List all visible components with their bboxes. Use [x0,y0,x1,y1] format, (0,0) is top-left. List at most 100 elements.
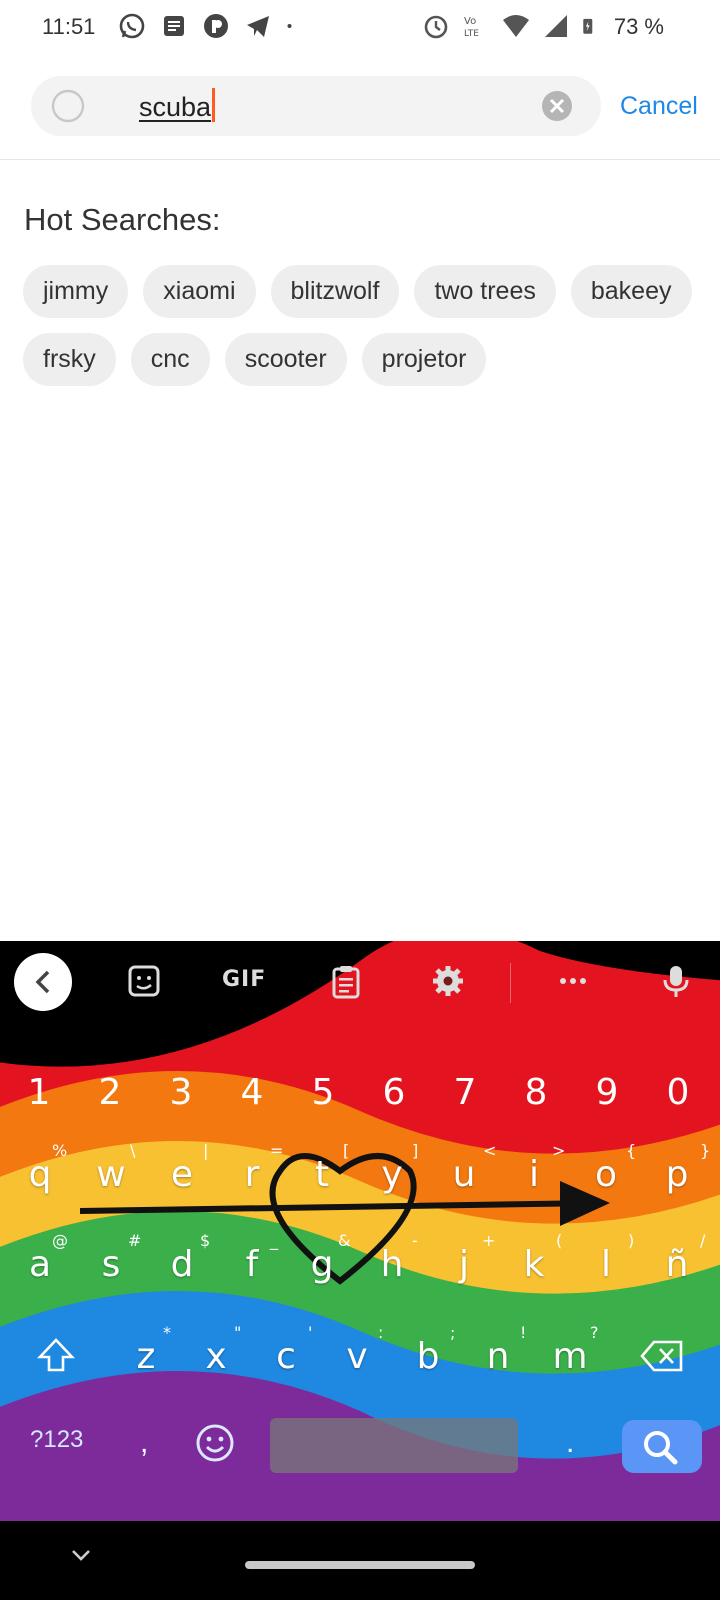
status-bar: 11:51 Vo LTE 73 % [0,0,720,56]
key-a[interactable]: a [12,1244,68,1285]
system-icons: Vo LTE [422,12,600,40]
gif-button[interactable]: GIF [222,967,266,992]
hot-searches-title: Hot Searches: [24,202,221,237]
wifi-icon [503,15,529,37]
key-1[interactable]: 1 [14,1072,64,1113]
key-3[interactable]: 3 [156,1072,206,1113]
key-n[interactable]: n [470,1336,526,1377]
spacebar[interactable] [270,1418,518,1473]
key-s[interactable]: s [83,1244,139,1285]
key-hint: @ [52,1231,68,1250]
navigation-bar [0,1521,720,1600]
key-hint: - [412,1231,418,1250]
toolbar-back-button[interactable] [14,953,72,1011]
clear-icon[interactable] [541,90,573,122]
home-gesture-bar[interactable] [245,1561,475,1569]
key-z[interactable]: z [118,1336,174,1377]
chevron-down-icon[interactable] [66,1543,96,1567]
svg-text:LTE: LTE [464,29,479,39]
dot-icon [287,24,292,28]
key-x[interactable]: x [188,1336,244,1377]
signal-icon [545,15,567,37]
search-field[interactable]: scuba [31,76,601,136]
key-c[interactable]: c [258,1336,314,1377]
hot-search-chip[interactable]: cnc [130,333,210,386]
key-7[interactable]: 7 [440,1072,490,1113]
notification-icons [118,12,300,40]
key-hint: " [234,1323,242,1342]
hot-search-chip[interactable]: xiaomi [143,265,256,318]
key-5[interactable]: 5 [298,1072,348,1113]
period-key[interactable]: . [566,1426,574,1460]
key-v[interactable]: v [329,1336,385,1377]
gear-icon[interactable] [430,963,466,999]
key-hint: < [483,1141,497,1160]
key-9[interactable]: 9 [582,1072,632,1113]
key-k[interactable]: k [506,1244,562,1285]
search-header: scuba Cancel [0,56,720,160]
key-y[interactable]: y [364,1154,420,1195]
hot-search-chip[interactable]: scooter [224,333,347,386]
toolbar-divider [510,963,511,1003]
hot-search-chip[interactable]: bakeey [570,265,692,318]
hot-search-chip[interactable]: projetor [361,333,487,386]
key-f[interactable]: f [224,1244,280,1285]
clipboard-icon[interactable] [328,963,364,999]
hot-search-chip[interactable]: frsky [23,333,116,386]
hot-search-chip[interactable]: blitzwolf [270,265,400,318]
comma-key[interactable]: , [140,1426,148,1460]
key-p[interactable]: p [649,1154,705,1195]
key-u[interactable]: u [436,1154,492,1195]
key-h[interactable]: h [364,1244,420,1285]
key-d[interactable]: d [154,1244,210,1285]
backspace-icon[interactable] [640,1339,684,1373]
key-q[interactable]: q [12,1154,68,1195]
key-hint: { [626,1141,637,1160]
key-g[interactable]: g [294,1244,350,1285]
key-hint: = [270,1141,284,1160]
key-n-tilde[interactable]: ñ [649,1244,705,1285]
shift-icon[interactable] [36,1335,76,1375]
key-hint: + [482,1231,496,1250]
key-m[interactable]: m [542,1336,598,1377]
hot-search-chip[interactable]: jimmy [23,265,129,318]
status-time: 11:51 [42,14,96,39]
sticker-icon[interactable] [126,963,162,999]
key-t[interactable]: t [294,1154,350,1195]
hot-searches-list: jimmy xiaomi blitzwolf two trees bakeey … [23,265,720,401]
key-w[interactable]: w [83,1154,139,1195]
app-icon [204,14,228,38]
cancel-button[interactable]: Cancel [620,92,698,121]
chip-row: frsky cnc scooter projetor [23,333,720,386]
search-action-key[interactable] [622,1420,702,1473]
microphone-icon[interactable] [658,963,694,999]
key-j[interactable]: j [436,1244,492,1285]
battery-icon [583,18,593,34]
key-8[interactable]: 8 [511,1072,561,1113]
key-b[interactable]: b [400,1336,456,1377]
keyboard: GIF 1 2 3 4 5 6 7 8 9 0 q % w \ e | r = … [0,941,720,1600]
key-0[interactable]: 0 [653,1072,703,1113]
volte-icon: Vo LTE [464,16,479,39]
search-input[interactable]: scuba [139,88,216,123]
key-2[interactable]: 2 [85,1072,135,1113]
key-hint: > [552,1141,566,1160]
chevron-left-icon [35,970,50,994]
key-6[interactable]: 6 [369,1072,419,1113]
key-4[interactable]: 4 [227,1072,277,1113]
key-hint: ; [450,1323,456,1342]
more-icon[interactable] [555,963,591,999]
key-r[interactable]: r [224,1154,280,1195]
key-i[interactable]: i [506,1154,562,1195]
emoji-icon[interactable] [195,1423,235,1463]
key-hint: ( [556,1231,563,1250]
key-o[interactable]: o [578,1154,634,1195]
key-e[interactable]: e [154,1154,210,1195]
key-hint: \ [130,1141,136,1160]
symbols-key[interactable]: ?123 [30,1426,83,1454]
key-hint: % [52,1141,68,1160]
hot-search-chip[interactable]: two trees [414,265,556,318]
text-cursor [212,88,216,122]
search-icon [51,89,85,123]
key-l[interactable]: l [578,1244,634,1285]
